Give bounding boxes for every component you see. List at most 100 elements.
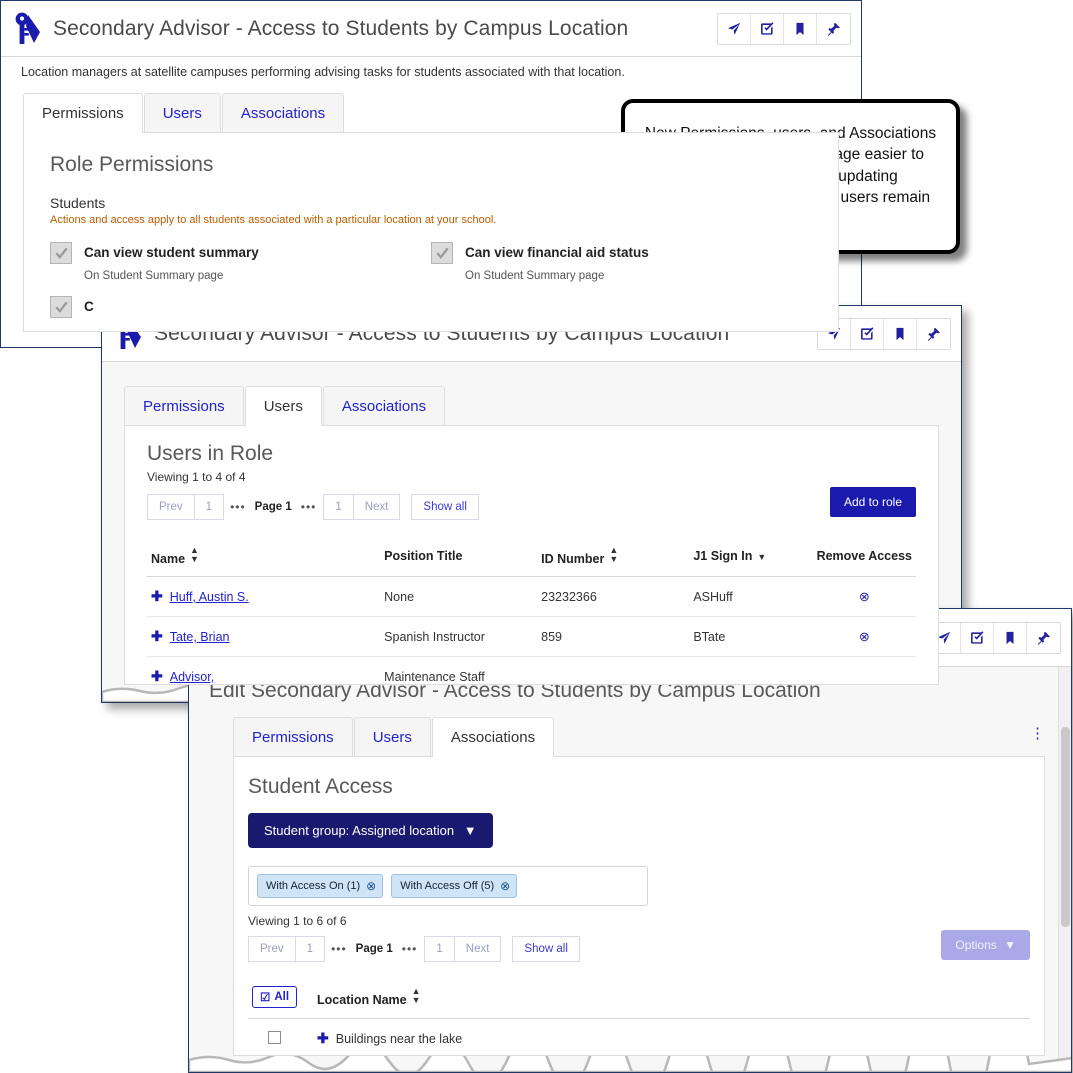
tab-users[interactable]: Users xyxy=(143,93,221,132)
user-id-cell: 23232366 xyxy=(537,576,690,617)
expand-plus-icon[interactable]: ✚ xyxy=(151,628,163,644)
user-remove-cell[interactable] xyxy=(812,656,916,684)
scrollbar-thumb[interactable] xyxy=(1061,727,1070,927)
tab-bar-users: Permissions Users Associations xyxy=(102,386,961,426)
options-button[interactable]: Options ▼ xyxy=(941,930,1030,960)
tab-permissions[interactable]: Permissions xyxy=(23,93,143,133)
user-name-link[interactable]: Tate, Brian xyxy=(170,630,230,644)
location-name: Buildings near the lake xyxy=(335,1032,463,1046)
checkbox-check-icon[interactable] xyxy=(961,622,994,653)
pager-last-page-button[interactable]: 1 xyxy=(323,494,354,520)
permissions-grid: Can view student summary On Student Summ… xyxy=(50,242,812,324)
tab-users[interactable]: Users xyxy=(244,386,322,426)
permission-item[interactable]: Can view financial aid status xyxy=(431,242,812,264)
column-header-id[interactable]: ID Number ▲ ▼ xyxy=(537,536,690,577)
pushpin-icon[interactable] xyxy=(917,319,950,349)
pager-dots-right: ••• xyxy=(300,500,317,514)
user-name-cell[interactable]: ✚ Huff, Austin S. xyxy=(147,576,381,617)
pager-prev-button[interactable]: Prev xyxy=(248,936,296,962)
column-header-remove-access: Remove Access xyxy=(812,536,916,577)
window-users: Secondary Advisor - Access to Students b… xyxy=(101,305,962,703)
tab-users[interactable]: Users xyxy=(353,717,431,756)
chip-remove-icon[interactable]: ⊗ xyxy=(500,879,510,893)
user-name-link[interactable]: Advisor, xyxy=(170,670,214,684)
checkbox-checked-icon[interactable] xyxy=(50,296,72,318)
column-header-name[interactable]: Name ▲ ▼ xyxy=(147,536,381,577)
checkbox-checked-icon[interactable] xyxy=(431,242,453,264)
add-to-role-button[interactable]: Add to role xyxy=(829,487,916,517)
user-name-cell[interactable]: ✚ Advisor, xyxy=(147,656,381,684)
pager-first-page-button[interactable]: 1 xyxy=(294,936,326,962)
key-icon xyxy=(11,12,43,46)
select-all-button[interactable]: ☑ All xyxy=(252,986,298,1008)
checkbox-check-icon[interactable] xyxy=(751,13,784,44)
associations-viewing-count: Viewing 1 to 6 of 6 xyxy=(248,914,347,928)
permission-item[interactable]: Can view student summary xyxy=(50,242,431,264)
bookmark-icon[interactable] xyxy=(994,622,1027,653)
permission-label: Can view financial aid status xyxy=(465,245,649,260)
user-name-link[interactable]: Huff, Austin S. xyxy=(170,590,249,604)
users-table-header-row: Name ▲ ▼ Position Title ID Number ▲ ▼ J1 Sig… xyxy=(147,536,916,577)
pager-next-button[interactable]: Next xyxy=(352,494,401,520)
tab-permissions[interactable]: Permissions xyxy=(233,717,353,756)
tab-associations[interactable]: Associations xyxy=(431,717,555,757)
bookmark-icon[interactable] xyxy=(884,318,917,349)
checkbox-checked-icon[interactable] xyxy=(50,242,72,264)
page-body-associations: Edit Secondary Advisor - Access to Stude… xyxy=(189,667,1071,1072)
user-position-cell: Maintenance Staff xyxy=(380,656,538,684)
permission-label: C xyxy=(84,299,94,314)
title-icon-bar xyxy=(927,621,1061,654)
page-body-users: Permissions Users Associations Users in … xyxy=(102,362,961,702)
chip-remove-icon[interactable]: ⊗ xyxy=(366,879,376,893)
window-title: Secondary Advisor - Access to Students b… xyxy=(53,16,629,40)
expand-plus-icon[interactable]: ✚ xyxy=(151,668,163,684)
expand-plus-icon[interactable]: ✚ xyxy=(151,588,163,604)
filter-chip-container: With Access On (1) ⊗ With Access Off (5)… xyxy=(248,866,648,906)
checkbox-check-icon[interactable] xyxy=(851,318,884,349)
section-title-users-in-role: Users in Role xyxy=(147,442,274,465)
users-viewing-count: Viewing 1 to 4 of 4 xyxy=(147,470,246,484)
tab-associations[interactable]: Associations xyxy=(221,93,345,132)
pager-first-page-button[interactable]: 1 xyxy=(193,494,225,520)
column-header-position[interactable]: Position Title xyxy=(380,536,538,577)
bookmark-icon[interactable] xyxy=(784,13,817,44)
column-header-signin[interactable]: J1 Sign In ▼ xyxy=(689,536,813,577)
remove-access-icon[interactable]: ⊗ xyxy=(859,629,870,644)
pushpin-icon[interactable] xyxy=(817,14,850,44)
table-row: ✚ Huff, Austin S. None 23232366 ASHuff ⊗ xyxy=(147,576,916,617)
chip-label: With Access On (1) xyxy=(266,880,361,892)
column-header-select-all[interactable]: ☑ All xyxy=(248,976,302,1019)
row-checkbox-cell[interactable] xyxy=(248,1018,302,1055)
pager-show-all-button[interactable]: Show all xyxy=(512,936,580,962)
user-remove-cell[interactable]: ⊗ xyxy=(812,616,916,657)
section-title-role-permissions: Role Permissions xyxy=(50,153,214,176)
tab-associations[interactable]: Associations xyxy=(322,386,446,425)
filter-chip[interactable]: With Access On (1) ⊗ xyxy=(257,874,384,898)
remove-access-icon[interactable]: ⊗ xyxy=(859,589,870,604)
tab-permissions[interactable]: Permissions xyxy=(124,386,244,425)
locations-table-header-row: ☑ All Location Name ▲ ▼ xyxy=(248,976,1030,1019)
sort-icon: ▲ ▼ xyxy=(609,545,619,564)
paper-plane-icon[interactable] xyxy=(718,13,751,44)
pushpin-icon[interactable] xyxy=(1027,623,1060,653)
column-header-location-name[interactable]: Location Name ▲ ▼ xyxy=(301,976,1030,1019)
chip-label: With Access Off (5) xyxy=(400,880,495,892)
pager-show-all-button[interactable]: Show all xyxy=(411,494,479,520)
pager-prev-button[interactable]: Prev xyxy=(147,494,195,520)
pager-dots-left: ••• xyxy=(331,942,347,956)
column-label: J1 Sign In xyxy=(693,549,753,563)
user-remove-cell[interactable]: ⊗ xyxy=(812,576,916,617)
pager-next-button[interactable]: Next xyxy=(453,936,502,962)
permission-item[interactable]: C xyxy=(50,296,431,318)
filter-chip[interactable]: With Access Off (5) ⊗ xyxy=(391,874,518,898)
student-group-dropdown[interactable]: Student group: Assigned location ▼ xyxy=(248,813,493,848)
user-id-cell xyxy=(537,656,690,684)
chevron-down-icon: ▼ xyxy=(463,823,477,838)
table-row: ✚ Tate, Brian Spanish Instructor 859 BTat… xyxy=(147,616,916,657)
associations-pagination: Prev 1 ••• Page 1 ••• 1 Next Show all xyxy=(248,936,580,962)
pager-last-page-button[interactable]: 1 xyxy=(424,936,455,962)
chevron-down-icon: ▼ xyxy=(1004,938,1016,952)
expand-plus-icon[interactable]: ✚ xyxy=(317,1030,329,1046)
user-name-cell[interactable]: ✚ Tate, Brian xyxy=(147,616,381,657)
row-checkbox[interactable] xyxy=(268,1030,281,1044)
